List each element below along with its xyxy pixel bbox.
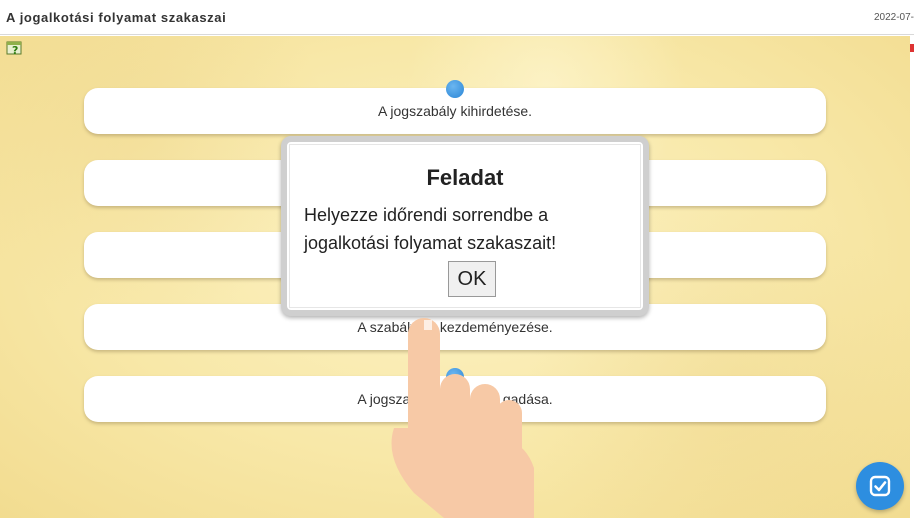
svg-text:?: ?	[12, 44, 18, 56]
task-dialog: Feladat Helyezze időrendi sorrendbe a jo…	[281, 136, 649, 316]
card-text: A jogszabály kihirdetése.	[377, 103, 533, 119]
ok-button[interactable]: OK	[448, 261, 496, 297]
dialog-title: Feladat	[426, 165, 504, 190]
page-title: A jogalkotási folyamat szakaszai	[6, 10, 227, 25]
date-label: 2022-07-	[873, 12, 914, 23]
dialog-message: Helyezze időrendi sorrendbe a jogalkotás…	[304, 205, 557, 253]
pointing-hand-icon	[384, 318, 544, 518]
header-bar: A jogalkotási folyamat szakaszai 2022-07…	[0, 0, 914, 35]
close-icon[interactable]	[910, 44, 914, 52]
drag-handle-dot[interactable]	[446, 80, 464, 98]
help-question-icon[interactable]: ?	[6, 40, 24, 57]
dialog-panel: Feladat Helyezze időrendi sorrendbe a jo…	[289, 144, 641, 308]
check-answer-button[interactable]	[856, 462, 904, 510]
check-square-icon	[869, 475, 891, 497]
